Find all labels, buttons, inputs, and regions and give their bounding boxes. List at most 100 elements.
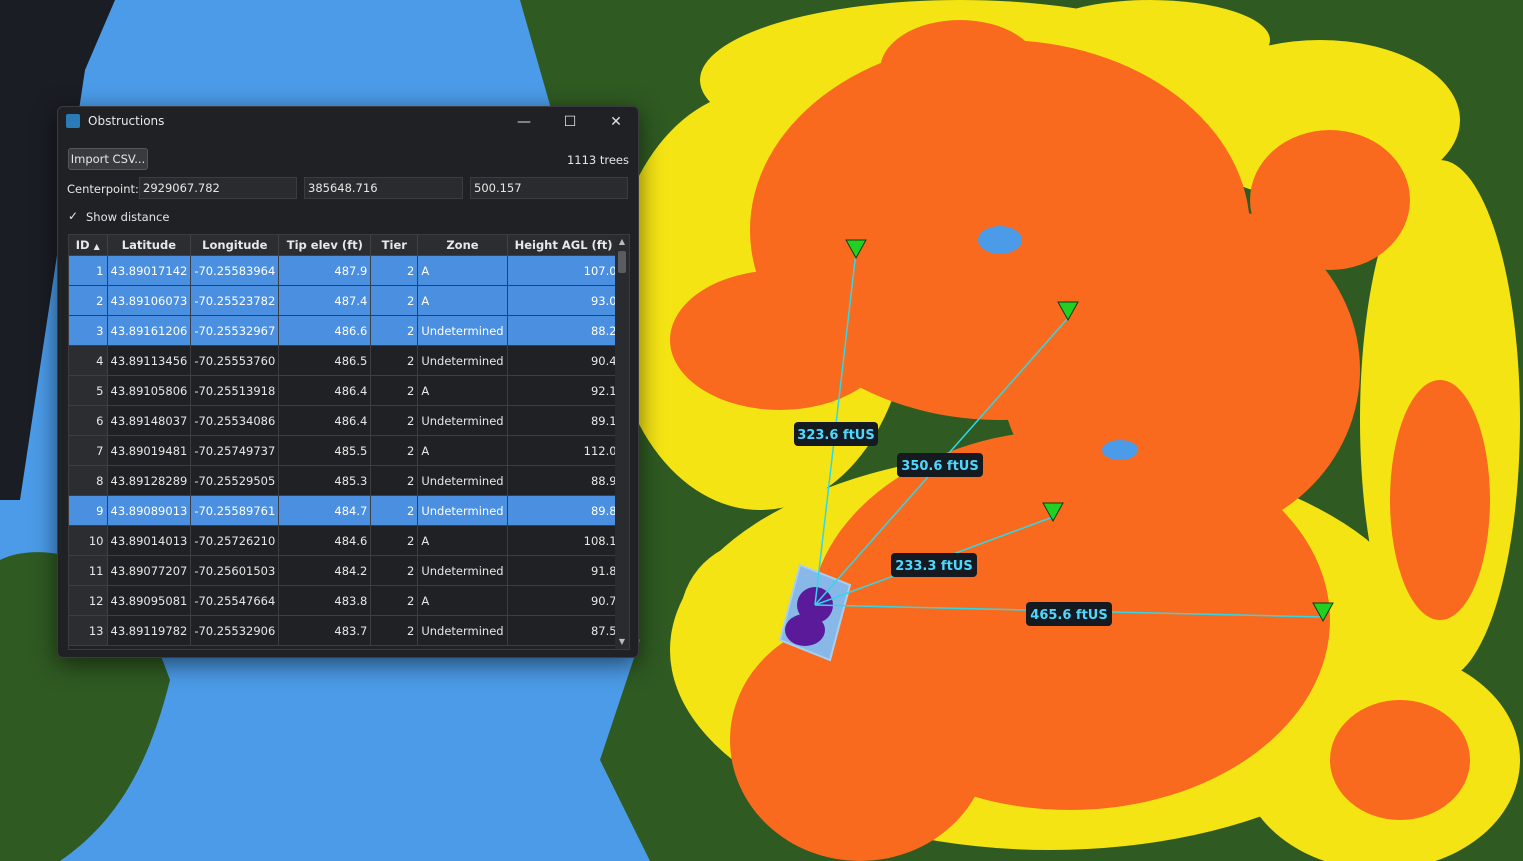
table-header: ID ▲ Latitude Longitude Tip elev (ft) Ti… [69, 235, 621, 256]
cell-tier: 2 [370, 315, 419, 346]
cell-zone: Undetermined [417, 465, 508, 496]
cell-tip: 486.6 [278, 315, 372, 346]
maximize-button[interactable]: ☐ [547, 107, 593, 137]
scroll-down-icon[interactable]: ▼ [615, 637, 629, 649]
table-row[interactable]: 13 43.89119782 -70.25532906 483.7 2 Undetermi… [69, 615, 621, 646]
centerpoint-label: Centerpoint: [67, 182, 139, 196]
cell-id: 10 [69, 525, 108, 556]
table-scrollbar[interactable]: ▲ ▼ [615, 235, 629, 649]
cell-lat: 43.89017142 [107, 255, 192, 286]
cell-zone: A [417, 585, 508, 616]
cell-id: 11 [69, 555, 108, 586]
distance-label-3: 233.3 ftUS [895, 559, 972, 574]
column-header-height-agl[interactable]: Height AGL (ft) [507, 235, 621, 256]
table-row[interactable]: 6 43.89148037 -70.25534086 486.4 2 Undetermin… [69, 405, 621, 436]
cell-lon: -70.25529505 [190, 465, 280, 496]
distance-label-2: 350.6 ftUS [901, 459, 978, 474]
centerpoint-y-input[interactable] [304, 177, 463, 199]
cell-lon: -70.25534086 [190, 405, 280, 436]
cell-tip: 484.2 [278, 555, 372, 586]
cell-tier: 2 [370, 525, 419, 556]
sort-ascending-icon: ▲ [93, 242, 100, 251]
obstructions-table: ID ▲ Latitude Longitude Tip elev (ft) Ti… [68, 234, 630, 650]
scrollbar-thumb[interactable] [618, 251, 626, 273]
table-row[interactable]: 10 43.89014013 -70.25726210 484.6 2 A 108.1 [69, 525, 621, 556]
cell-tip: 485.5 [278, 435, 372, 466]
column-header-zone[interactable]: Zone [417, 235, 508, 256]
scroll-up-icon[interactable]: ▲ [615, 237, 629, 249]
table-row[interactable]: 9 43.89089013 -70.25589761 484.7 2 Undetermin… [69, 495, 621, 526]
cell-lat: 43.89014013 [107, 525, 192, 556]
close-icon: ✕ [610, 114, 622, 130]
table-row[interactable]: 1 43.89017142 -70.25583964 487.9 2 A 107.0 [69, 255, 621, 286]
cell-zone: Undetermined [417, 495, 508, 526]
cell-zone: A [417, 435, 508, 466]
cell-zone: A [417, 255, 508, 286]
cell-tip: 486.5 [278, 345, 372, 376]
cell-tier: 2 [370, 435, 419, 466]
window-title: Obstructions [88, 114, 165, 128]
tree-count: 1113 trees [566, 153, 629, 167]
cell-tip: 483.7 [278, 615, 372, 646]
cell-tip: 487.9 [278, 255, 372, 286]
minimize-button[interactable]: — [501, 107, 547, 137]
cell-lon: -70.25583964 [190, 255, 280, 286]
cell-lat: 43.89148037 [107, 405, 192, 436]
cell-tier: 2 [370, 345, 419, 376]
cell-agl: 108.1 [507, 525, 621, 556]
show-distance-label: Show distance [86, 210, 170, 224]
cell-lat: 43.89105806 [107, 375, 192, 406]
cell-tip: 484.7 [278, 495, 372, 526]
cell-id: 7 [69, 435, 108, 466]
cell-zone: Undetermined [417, 345, 508, 376]
cell-lat: 43.89019481 [107, 435, 192, 466]
cell-agl: 87.5 [507, 615, 621, 646]
close-button[interactable]: ✕ [593, 107, 638, 137]
cell-tier: 2 [370, 255, 419, 286]
column-header-latitude[interactable]: Latitude [107, 235, 192, 256]
cell-agl: 89.8 [507, 495, 621, 526]
cell-tip: 485.3 [278, 465, 372, 496]
cell-id: 12 [69, 585, 108, 616]
cell-lat: 43.89161206 [107, 315, 192, 346]
table-row[interactable]: 11 43.89077207 -70.25601503 484.2 2 Undetermi… [69, 555, 621, 586]
cell-tip: 486.4 [278, 375, 372, 406]
cell-tip: 486.4 [278, 405, 372, 436]
column-header-longitude[interactable]: Longitude [190, 235, 280, 256]
cell-zone: Undetermined [417, 315, 508, 346]
cell-id: 1 [69, 255, 108, 286]
table-row[interactable]: 8 43.89128289 -70.25529505 485.3 2 Undetermin… [69, 465, 621, 496]
cell-tier: 2 [370, 465, 419, 496]
column-header-tier[interactable]: Tier [370, 235, 419, 256]
table-row[interactable]: 4 43.89113456 -70.25553760 486.5 2 Undetermin… [69, 345, 621, 376]
import-csv-button[interactable]: Import CSV... [68, 148, 148, 170]
table-row[interactable]: 7 43.89019481 -70.25749737 485.5 2 A 112.0 [69, 435, 621, 466]
show-distance-checkbox[interactable]: ✓ [68, 210, 80, 222]
cell-id: 8 [69, 465, 108, 496]
cell-zone: A [417, 525, 508, 556]
cell-lon: -70.25601503 [190, 555, 280, 586]
column-header-tip-elev[interactable]: Tip elev (ft) [278, 235, 372, 256]
centerpoint-x-input[interactable] [139, 177, 297, 199]
centerpoint-z-input[interactable] [470, 177, 628, 199]
table-row[interactable]: 5 43.89105806 -70.25513918 486.4 2 A 92.1 [69, 375, 621, 406]
cell-tip: 487.4 [278, 285, 372, 316]
cell-agl: 90.4 [507, 345, 621, 376]
cell-agl: 112.0 [507, 435, 621, 466]
cell-zone: Undetermined [417, 615, 508, 646]
column-header-id[interactable]: ID ▲ [69, 235, 108, 256]
title-bar[interactable]: Obstructions — ☐ ✕ [58, 107, 638, 137]
obstructions-window: Obstructions — ☐ ✕ Import CSV... 1113 tr… [57, 106, 639, 658]
maximize-icon: ☐ [563, 114, 577, 130]
table-row[interactable]: 3 43.89161206 -70.25532967 486.6 2 Undetermin… [69, 315, 621, 346]
cell-zone: Undetermined [417, 555, 508, 586]
table-row[interactable]: 12 43.89095081 -70.25547664 483.8 2 A 90.7 [69, 585, 621, 616]
cell-lon: -70.25553760 [190, 345, 280, 376]
cell-lat: 43.89077207 [107, 555, 192, 586]
cell-tier: 2 [370, 495, 419, 526]
cell-tier: 2 [370, 375, 419, 406]
cell-id: 5 [69, 375, 108, 406]
cell-agl: 90.7 [507, 585, 621, 616]
table-row[interactable]: 2 43.89106073 -70.25523782 487.4 2 A 93.0 [69, 285, 621, 316]
app-icon [66, 114, 80, 128]
